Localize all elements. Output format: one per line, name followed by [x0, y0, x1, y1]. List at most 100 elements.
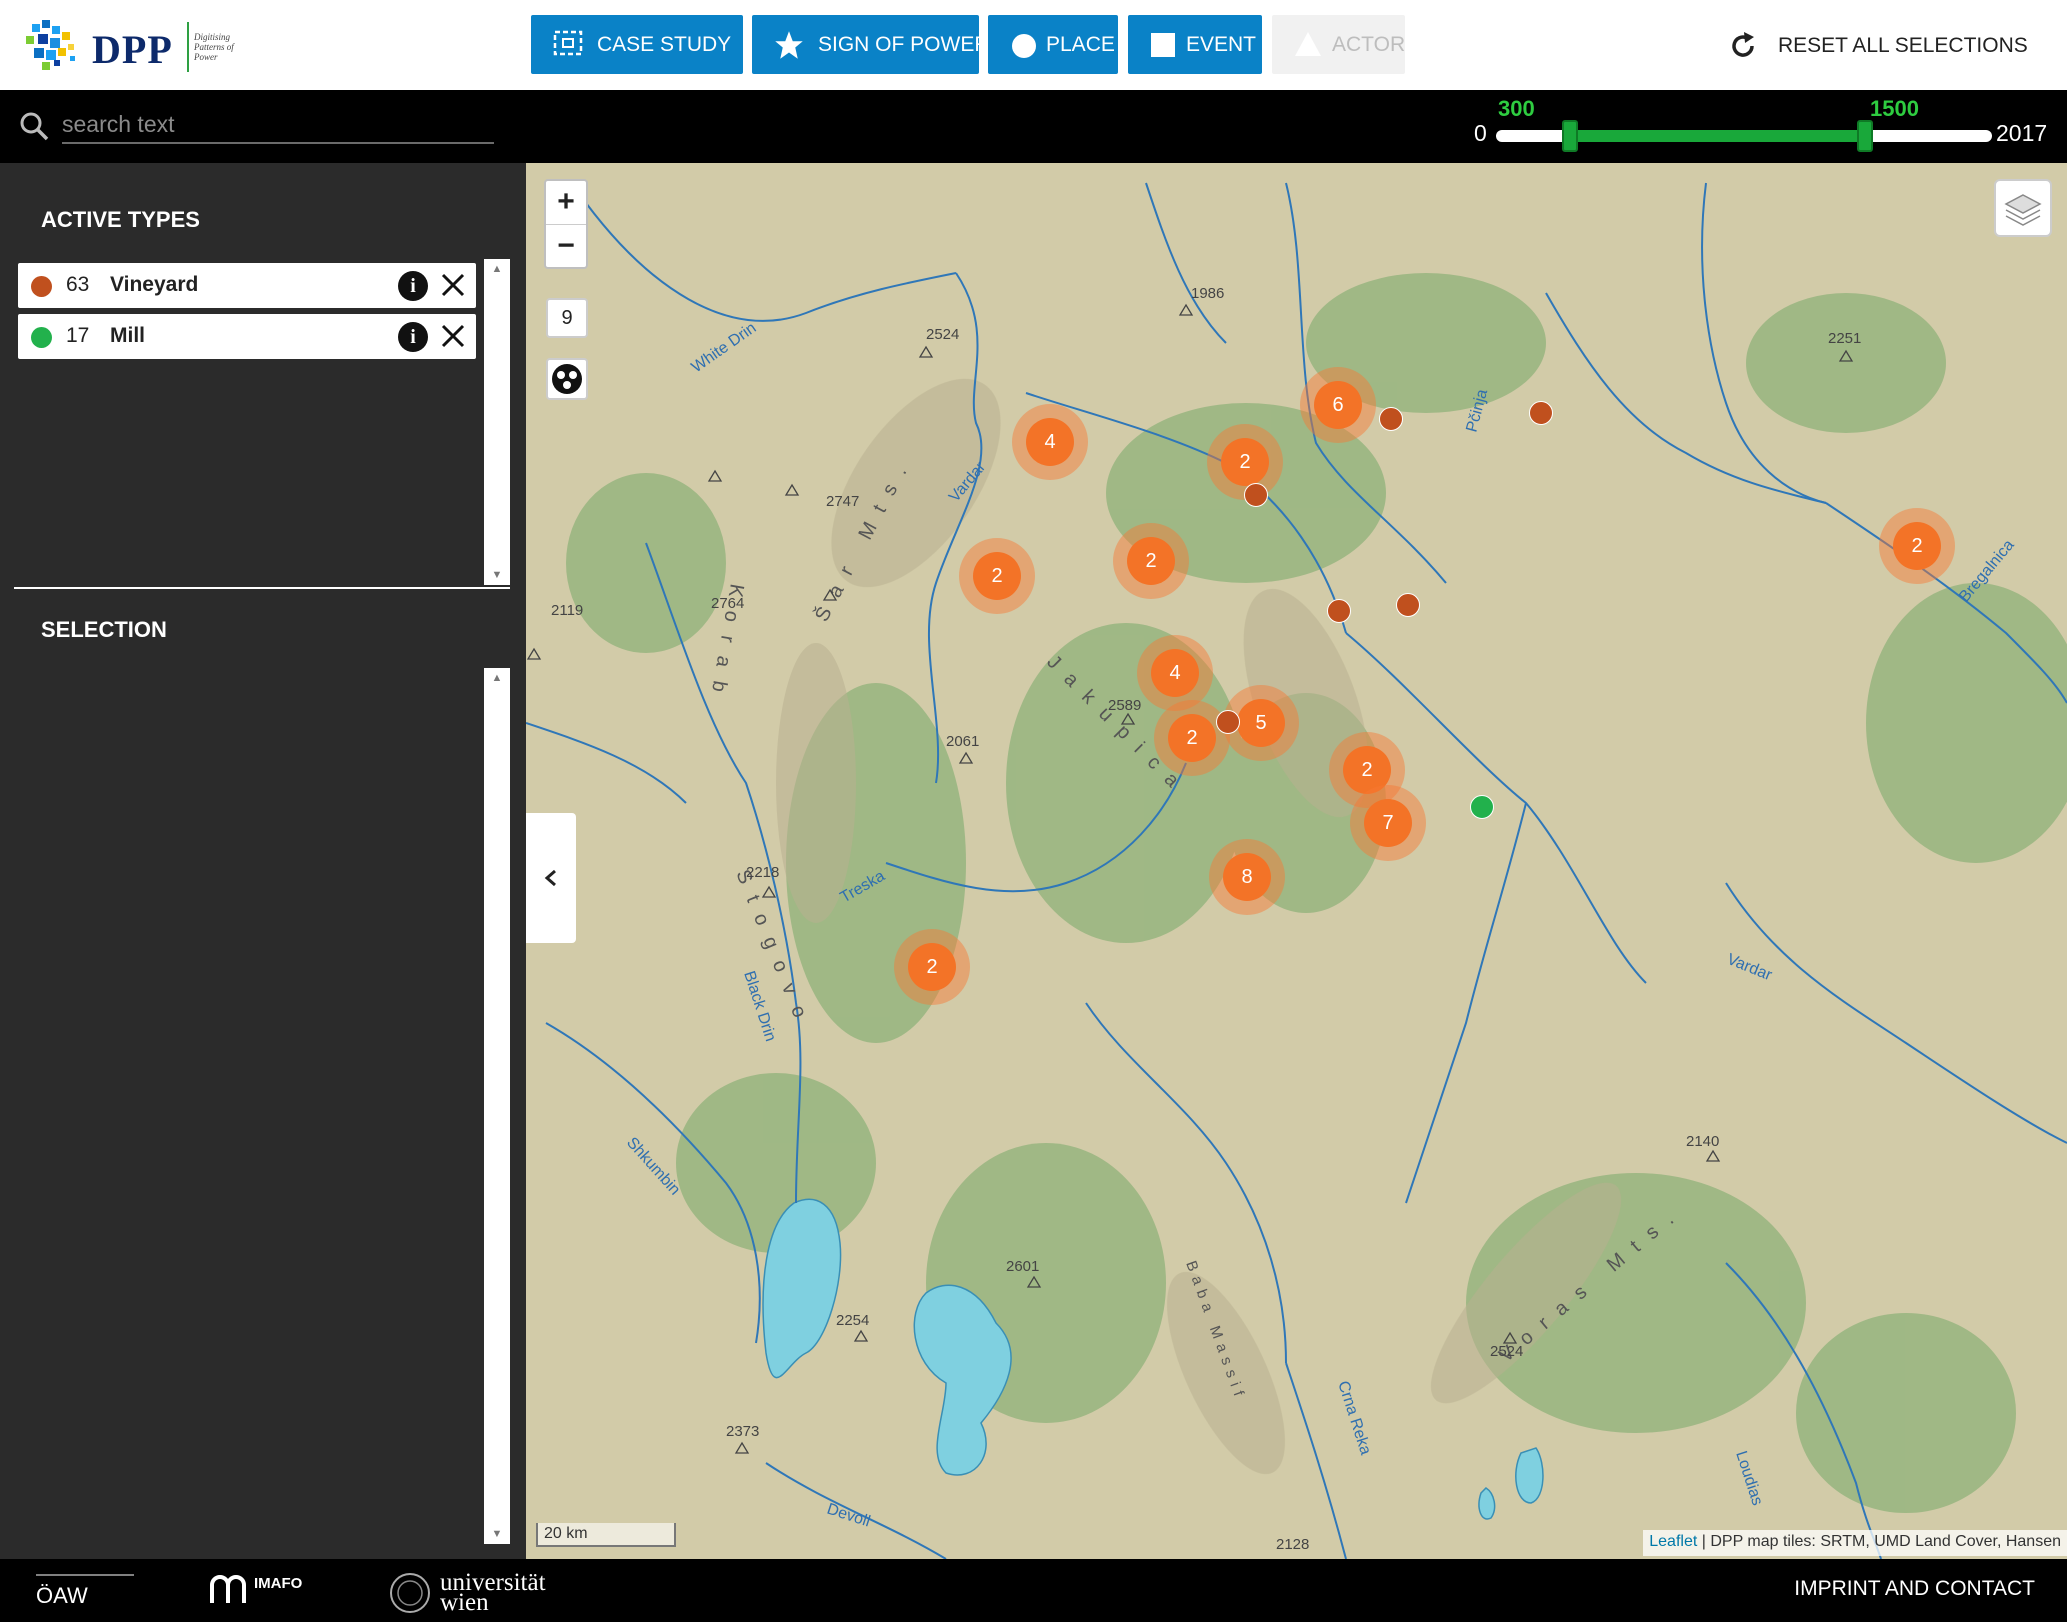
search-icon[interactable] — [18, 110, 50, 142]
vineyard-marker[interactable] — [1216, 710, 1240, 734]
scroll-down-icon[interactable]: ▼ — [484, 1528, 510, 1540]
peak-label: 2601 — [1006, 1258, 1039, 1275]
triangle-icon — [1294, 30, 1322, 60]
imafo-logo-text: IMAFO — [254, 1575, 303, 1592]
reset-icon — [1732, 32, 1754, 57]
collapse-sidebar-button[interactable] — [526, 813, 576, 943]
cluster-marker[interactable]: 2 — [959, 538, 1035, 614]
event-button[interactable]: EVENT — [1128, 15, 1262, 74]
vineyard-marker[interactable] — [1529, 401, 1553, 425]
vineyard-marker[interactable] — [1396, 593, 1420, 617]
cluster-icon — [552, 364, 582, 394]
actor-button[interactable]: ACTOR — [1272, 15, 1405, 74]
map-scale-bar: 20 km — [536, 1523, 676, 1547]
reset-all-selections-button[interactable]: RESET ALL SELECTIONS — [1728, 28, 2028, 64]
cluster-marker[interactable]: 6 — [1300, 367, 1376, 443]
cluster-toggle-button[interactable] — [546, 358, 588, 400]
cluster-marker[interactable]: 2 — [1154, 700, 1230, 776]
timeline-range-fill — [1569, 130, 1865, 142]
peak-label: 2747 — [826, 493, 859, 510]
peak-label: 2373 — [726, 1423, 759, 1440]
vineyard-marker[interactable] — [1244, 483, 1268, 507]
square-icon — [1150, 30, 1176, 60]
cluster-marker[interactable]: 8 — [1209, 839, 1285, 915]
sign-of-power-label: SIGN OF POWER — [818, 32, 990, 56]
peak-label: 2140 — [1686, 1133, 1719, 1150]
info-icon[interactable]: i — [398, 322, 428, 352]
peak-label: 2524 — [926, 326, 959, 343]
timeline-to-handle[interactable] — [1856, 120, 1873, 152]
close-icon[interactable] — [438, 270, 468, 300]
chevron-left-icon — [544, 869, 556, 887]
cluster-marker[interactable]: 4 — [1137, 635, 1213, 711]
layers-icon — [2004, 194, 2042, 226]
reset-label: RESET ALL SELECTIONS — [1778, 34, 2028, 57]
timeline-track[interactable] — [1496, 120, 1992, 152]
layers-button[interactable] — [1994, 179, 2052, 237]
case-study-icon — [553, 30, 583, 60]
peak-label: 2764 — [711, 595, 744, 612]
uni-wien-logo[interactable]: universität wien — [388, 1570, 588, 1615]
peak-label: 2128 — [1276, 1536, 1309, 1553]
attribution-text: | DPP map tiles: SRTM, UMD Land Cover, H… — [1697, 1533, 2061, 1550]
place-button[interactable]: PLACE — [988, 15, 1118, 74]
dpp-logo-mark-icon — [26, 20, 75, 70]
zoom-out-button[interactable]: − — [546, 224, 586, 267]
scroll-up-icon[interactable]: ▲ — [484, 672, 510, 684]
peak-label: 2589 — [1108, 697, 1141, 714]
vineyard-marker[interactable] — [1327, 599, 1351, 623]
cluster-count: 4 — [1151, 649, 1199, 697]
imprint-and-contact-link[interactable]: IMPRINT AND CONTACT — [1794, 1577, 2035, 1601]
type-name: Mill — [110, 324, 145, 347]
scroll-down-icon[interactable]: ▼ — [484, 569, 510, 581]
close-icon[interactable] — [438, 321, 468, 351]
oeaw-logo[interactable]: ÖAW — [34, 1571, 144, 1611]
vineyard-marker[interactable] — [1379, 407, 1403, 431]
leaflet-link[interactable]: Leaflet — [1649, 1533, 1697, 1550]
cluster-marker[interactable]: 2 — [894, 929, 970, 1005]
header: DPP Digitising Patterns of Power CASE ST… — [0, 0, 2067, 90]
case-study-button[interactable]: CASE STUDY — [531, 15, 743, 74]
uni-wien-seal-icon — [390, 1573, 430, 1613]
selection-title: SELECTION — [41, 617, 167, 642]
scroll-up-icon[interactable]: ▲ — [484, 263, 510, 275]
info-icon[interactable]: i — [398, 271, 428, 301]
map[interactable]: White Drin Vardar Pčinja Bregalnica Tres… — [526, 163, 2067, 1559]
cluster-marker[interactable]: 2 — [1113, 523, 1189, 599]
zoom-in-button[interactable]: + — [546, 181, 586, 224]
zoom-level-indicator: 9 — [546, 298, 588, 338]
footer: ÖAW IMAFO universität wien IMPRINT AND C… — [0, 1559, 2067, 1622]
cluster-marker[interactable]: 4 — [1012, 404, 1088, 480]
brand-tagline: Digitising Patterns of Power — [194, 32, 234, 62]
dpp-logo[interactable]: DPP Digitising Patterns of Power — [22, 14, 242, 78]
map-attribution: Leaflet | DPP map tiles: SRTM, UMD Land … — [1643, 1530, 2067, 1556]
cluster-count: 7 — [1364, 799, 1412, 847]
sidebar: ACTIVE TYPES 63 Vineyard i 17 Mill i ▲ ▼… — [0, 163, 526, 1559]
cluster-count: 4 — [1026, 418, 1074, 466]
imafo-logo[interactable]: IMAFO — [208, 1571, 328, 1611]
type-item-vineyard[interactable]: 63 Vineyard i — [18, 263, 476, 308]
cluster-count: 2 — [1221, 438, 1269, 486]
circle-icon — [1010, 30, 1036, 60]
timeline-from-handle[interactable] — [1561, 120, 1578, 152]
mill-marker[interactable] — [1470, 795, 1494, 819]
star-icon — [774, 30, 804, 60]
cluster-count: 2 — [1127, 537, 1175, 585]
map-terrain: White Drin Vardar Pčinja Bregalnica Tres… — [526, 163, 2067, 1559]
cluster-marker[interactable]: 2 — [1879, 508, 1955, 584]
active-types-scrollbar[interactable]: ▲ ▼ — [484, 259, 510, 585]
peak-label: 1986 — [1191, 285, 1224, 302]
sign-of-power-button[interactable]: SIGN OF POWER — [752, 15, 990, 74]
type-item-mill[interactable]: 17 Mill i — [18, 314, 476, 359]
type-color-dot — [31, 276, 52, 297]
imafo-mark-icon — [210, 1575, 246, 1603]
search-input[interactable] — [62, 106, 494, 144]
cluster-marker[interactable]: 7 — [1350, 785, 1426, 861]
type-name: Vineyard — [110, 273, 199, 296]
place-label: PLACE — [1046, 32, 1115, 56]
peak-label: 2119 — [551, 602, 583, 619]
actor-label: ACTOR — [1332, 32, 1406, 56]
logo-divider — [187, 22, 189, 72]
active-types-title: ACTIVE TYPES — [41, 207, 200, 232]
selection-scrollbar[interactable]: ▲ ▼ — [484, 668, 510, 1544]
